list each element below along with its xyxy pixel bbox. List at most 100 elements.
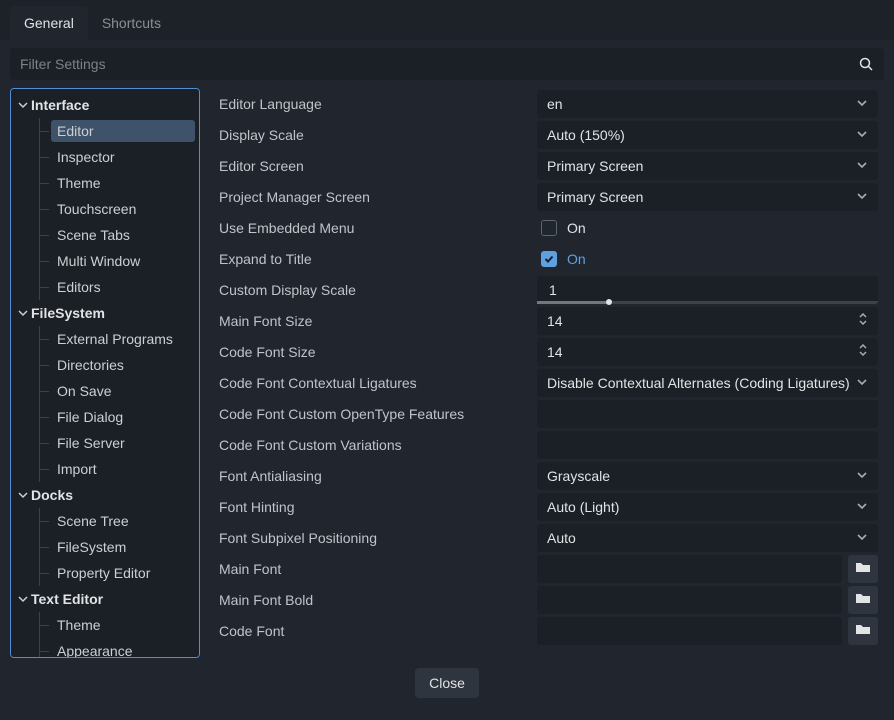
slider[interactable]: 1 xyxy=(537,276,878,304)
tree-item-scene-tabs[interactable]: Scene Tabs xyxy=(11,222,199,248)
tree-item-touchscreen[interactable]: Touchscreen xyxy=(11,196,199,222)
tree-item-theme[interactable]: Theme xyxy=(11,612,199,638)
browse-folder-button[interactable] xyxy=(848,617,878,645)
setting-row-custom-display-scale: Custom Display Scale1 xyxy=(210,274,884,305)
tree-item-import[interactable]: Import xyxy=(11,456,199,482)
dropdown-value: Grayscale xyxy=(547,468,610,484)
dropdown[interactable]: Auto xyxy=(537,524,878,552)
browse-folder-button[interactable] xyxy=(848,586,878,614)
dropdown[interactable]: Grayscale xyxy=(537,462,878,490)
search-icon xyxy=(858,56,874,72)
setting-row-code-font-size: Code Font Size 14 xyxy=(210,336,884,367)
filter-settings-input[interactable] xyxy=(20,56,858,72)
tree-item-label: Property Editor xyxy=(51,562,195,584)
tree-group-label: FileSystem xyxy=(31,305,105,321)
spinbox[interactable]: 14 xyxy=(537,307,878,335)
dropdown-value: Auto xyxy=(547,530,576,546)
tab-general[interactable]: General xyxy=(10,6,88,40)
setting-row-main-font: Main Font xyxy=(210,553,884,584)
tab-shortcuts[interactable]: Shortcuts xyxy=(88,6,175,40)
tree-group-interface[interactable]: Interface xyxy=(11,92,199,118)
setting-row-font-antialiasing: Font AntialiasingGrayscale xyxy=(210,460,884,491)
chevron-down-icon xyxy=(856,158,868,174)
setting-label: Use Embedded Menu xyxy=(216,220,531,236)
setting-label: Code Font Size xyxy=(216,344,531,360)
tree-item-multi-window[interactable]: Multi Window xyxy=(11,248,199,274)
setting-label: Code Font Custom Variations xyxy=(216,437,531,453)
dropdown[interactable]: Auto (150%) xyxy=(537,121,878,149)
dropdown[interactable]: Disable Contextual Alternates (Coding Li… xyxy=(537,369,878,397)
dropdown-value: Primary Screen xyxy=(547,189,643,205)
close-button[interactable]: Close xyxy=(415,668,479,698)
chevron-down-icon xyxy=(15,308,31,318)
checkbox[interactable]: On xyxy=(537,220,878,236)
checkbox-label: On xyxy=(567,251,586,267)
setting-row-editor-language: Editor Language en xyxy=(210,88,884,119)
tree-item-label: Editors xyxy=(51,276,195,298)
dropdown[interactable]: Primary Screen xyxy=(537,152,878,180)
tree-item-editor[interactable]: Editor xyxy=(11,118,199,144)
setting-label: Code Font Custom OpenType Features xyxy=(216,406,531,422)
folder-icon xyxy=(855,560,871,577)
tree-item-label: Scene Tree xyxy=(51,510,195,532)
tree-item-directories[interactable]: Directories xyxy=(11,352,199,378)
tree-item-label: Theme xyxy=(51,172,195,194)
chevron-down-icon xyxy=(856,530,868,546)
updown-icon xyxy=(858,343,868,360)
setting-row-use-embedded-menu: Use Embedded Menu On xyxy=(210,212,884,243)
tree-item-scene-tree[interactable]: Scene Tree xyxy=(11,508,199,534)
tree-item-appearance[interactable]: Appearance xyxy=(11,638,199,658)
dropdown[interactable]: en xyxy=(537,90,878,118)
setting-row-font-hinting: Font Hinting Auto (Light) xyxy=(210,491,884,522)
tree-item-editors[interactable]: Editors xyxy=(11,274,199,300)
tree-group-filesystem[interactable]: FileSystem xyxy=(11,300,199,326)
setting-row-editor-screen: Editor ScreenPrimary Screen xyxy=(210,150,884,181)
setting-label: Font Hinting xyxy=(216,499,531,515)
spinbox-value: 14 xyxy=(547,313,563,329)
setting-label: Font Subpixel Positioning xyxy=(216,530,531,546)
setting-row-code-font-custom-variations: Code Font Custom Variations xyxy=(210,429,884,460)
tree-item-label: Directories xyxy=(51,354,195,376)
tree-item-label: Editor xyxy=(51,120,195,142)
tree-item-external-programs[interactable]: External Programs xyxy=(11,326,199,352)
tree-item-file-server[interactable]: File Server xyxy=(11,430,199,456)
setting-row-code-font: Code Font xyxy=(210,615,884,646)
tree-group-text-editor[interactable]: Text Editor xyxy=(11,586,199,612)
filter-settings-row xyxy=(10,48,884,80)
tree-group-label: Docks xyxy=(31,487,73,503)
chevron-down-icon xyxy=(15,490,31,500)
spinbox[interactable]: 14 xyxy=(537,338,878,366)
file-path-input[interactable] xyxy=(537,586,842,614)
setting-label: Main Font xyxy=(216,561,531,577)
dropdown-value: en xyxy=(547,96,563,112)
dropdown-value: Primary Screen xyxy=(547,158,643,174)
tree-item-property-editor[interactable]: Property Editor xyxy=(11,560,199,586)
tree-item-label: Inspector xyxy=(51,146,195,168)
setting-row-main-font-size: Main Font Size14 xyxy=(210,305,884,336)
chevron-down-icon xyxy=(856,375,868,391)
tree-item-file-dialog[interactable]: File Dialog xyxy=(11,404,199,430)
file-path-input[interactable] xyxy=(537,555,842,583)
setting-row-font-subpixel-positioning: Font Subpixel Positioning Auto xyxy=(210,522,884,553)
folder-icon xyxy=(855,622,871,639)
file-path-input[interactable] xyxy=(537,617,842,645)
tree-group-docks[interactable]: Docks xyxy=(11,482,199,508)
tree-item-theme[interactable]: Theme xyxy=(11,170,199,196)
setting-label: Editor Language xyxy=(216,96,531,112)
tree-item-on-save[interactable]: On Save xyxy=(11,378,199,404)
setting-row-project-manager-screen: Project Manager ScreenPrimary Screen xyxy=(210,181,884,212)
dropdown[interactable]: Primary Screen xyxy=(537,183,878,211)
text-input[interactable] xyxy=(537,431,878,459)
checkbox[interactable]: On xyxy=(537,251,878,267)
setting-row-display-scale: Display ScaleAuto (150%) xyxy=(210,119,884,150)
folder-icon xyxy=(855,591,871,608)
slider-value: 1 xyxy=(537,282,557,298)
dropdown[interactable]: Auto (Light) xyxy=(537,493,878,521)
text-input[interactable] xyxy=(537,400,878,428)
tree-item-filesystem[interactable]: FileSystem xyxy=(11,534,199,560)
settings-panel[interactable]: Editor Language en Display ScaleAuto (150%… xyxy=(210,88,884,658)
setting-row-expand-to-title: Expand to TitleOn xyxy=(210,243,884,274)
settings-tree[interactable]: InterfaceEditorInspectorThemeTouchscreen… xyxy=(10,88,200,658)
browse-folder-button[interactable] xyxy=(848,555,878,583)
tree-item-inspector[interactable]: Inspector xyxy=(11,144,199,170)
